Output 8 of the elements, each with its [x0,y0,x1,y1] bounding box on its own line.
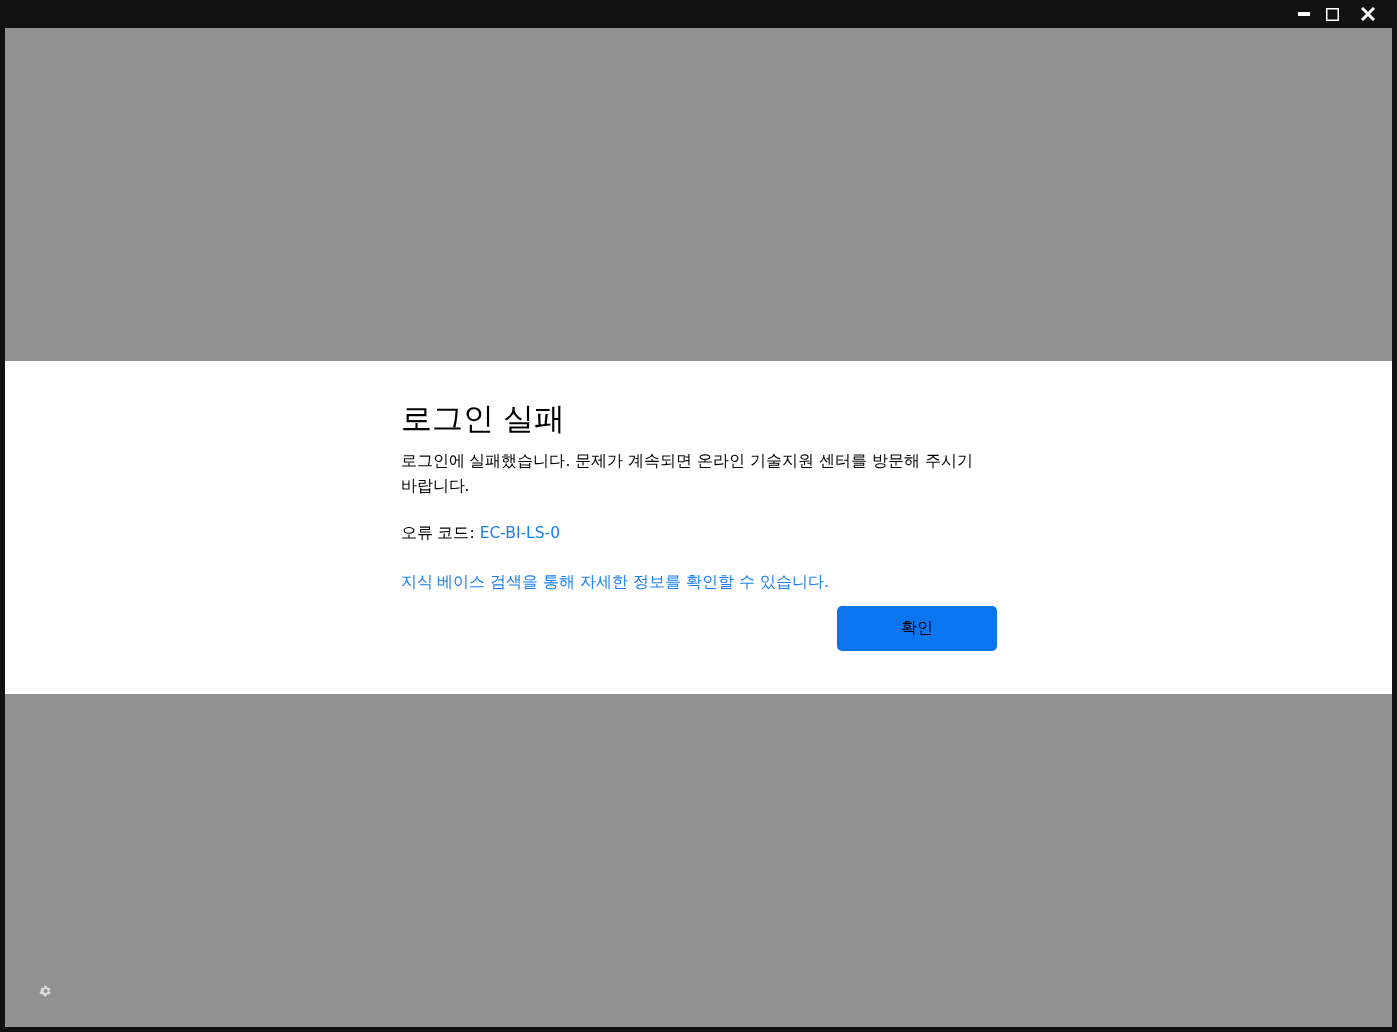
close-icon[interactable] [1361,7,1375,21]
error-code-label: 오류 코드: [400,523,475,544]
error-code-link[interactable]: EC-BI-LS-0 [479,521,561,546]
maximize-icon[interactable] [1326,7,1339,21]
error-message: 로그인에 실패했습니다. 문제가 계속되면 온라인 기술지원 센터를 방문해 주시기 바랍니다. [400,451,974,497]
dialog-title: 로그인 실패 [400,399,567,438]
knowledge-base-link[interactable]: 지식 베이스 검색을 통해 자세한 정보를 확인할 수 있습니다. [400,570,997,595]
confirm-button[interactable]: 확인 [836,606,997,651]
